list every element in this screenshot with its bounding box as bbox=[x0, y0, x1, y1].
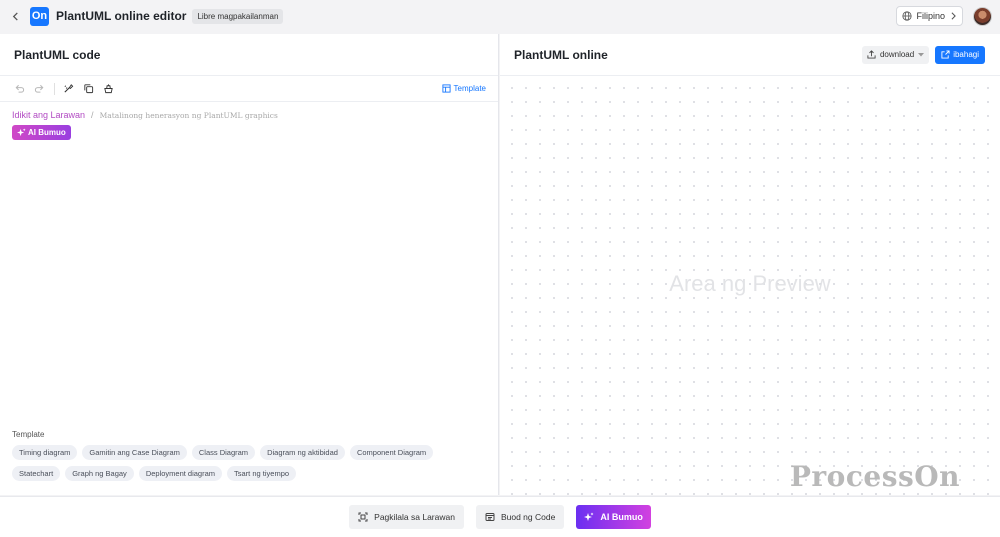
preview-panel-header: PlantUML online download ibahagi bbox=[500, 34, 1000, 76]
code-panel-title: PlantUML code bbox=[14, 47, 101, 62]
format-icon[interactable] bbox=[61, 82, 75, 96]
code-summary-button[interactable]: Buod ng Code bbox=[475, 505, 565, 529]
template-section: Template Timing diagram Gamitin ang Case… bbox=[12, 430, 482, 481]
sparkle-icon bbox=[584, 512, 594, 522]
code-panel: PlantUML code Template Idikit ang Larawa… bbox=[0, 34, 499, 495]
code-summary-label: Buod ng Code bbox=[500, 512, 556, 522]
template-chip[interactable]: Class Diagram bbox=[191, 445, 256, 460]
language-label: Filipino bbox=[916, 11, 945, 21]
template-section-label: Template bbox=[12, 430, 45, 439]
app-logo: On bbox=[30, 6, 49, 26]
language-selector[interactable]: Filipino bbox=[896, 6, 963, 26]
template-icon bbox=[441, 84, 451, 93]
processon-watermark: ProcessOn bbox=[789, 460, 960, 493]
preview-placeholder: Area ng Preview bbox=[669, 271, 831, 296]
paste-image-link[interactable]: Idikit ang Larawan bbox=[12, 110, 85, 120]
ai-generate-button[interactable]: AI Bumuo bbox=[576, 505, 651, 529]
template-chip[interactable]: Statechart bbox=[12, 466, 61, 481]
clear-icon[interactable] bbox=[101, 82, 115, 96]
template-chip[interactable]: Timing diagram bbox=[12, 445, 78, 460]
app-title: PlantUML online editor bbox=[56, 9, 187, 23]
top-bar: On PlantUML online editor Libre magpakai… bbox=[0, 0, 1000, 32]
toolbar-divider bbox=[54, 82, 55, 95]
share-icon bbox=[941, 50, 950, 59]
template-chip[interactable]: Gamitin ang Case Diagram bbox=[82, 445, 187, 460]
template-link-label: Template bbox=[453, 84, 486, 93]
redo-icon[interactable] bbox=[32, 82, 46, 96]
code-editor[interactable]: Idikit ang Larawan / Matalinong henerasy… bbox=[0, 102, 498, 150]
chevron-right-icon bbox=[950, 12, 957, 20]
scan-icon bbox=[358, 512, 368, 522]
code-summary-icon bbox=[485, 512, 495, 522]
preview-panel-title: PlantUML online bbox=[514, 47, 608, 62]
hint-separator: / bbox=[91, 110, 94, 120]
share-button[interactable]: ibahagi bbox=[935, 45, 985, 64]
template-link[interactable]: Template bbox=[441, 84, 486, 93]
code-toolbar: Template bbox=[0, 76, 498, 102]
user-avatar[interactable] bbox=[973, 6, 992, 26]
bottom-action-bar: Pagkilala sa Larawan Buod ng Code AI Bum… bbox=[0, 496, 1000, 537]
download-label: download bbox=[879, 50, 915, 59]
sparkle-icon bbox=[17, 128, 26, 137]
template-chip[interactable]: Component Diagram bbox=[349, 445, 434, 460]
preview-canvas[interactable]: Area ng Preview ProcessOn bbox=[500, 76, 1000, 495]
preview-actions: download ibahagi bbox=[861, 45, 985, 64]
template-chip-list: Timing diagram Gamitin ang Case Diagram … bbox=[12, 445, 482, 481]
free-badge: Libre magpakailanman bbox=[192, 8, 284, 24]
template-chip[interactable]: Diagram ng aktibidad bbox=[260, 445, 345, 460]
preview-panel: PlantUML online download ibahagi Area ng… bbox=[500, 34, 1000, 495]
template-chip[interactable]: Graph ng Bagay bbox=[65, 466, 134, 481]
hint-text: Matalinong henerasyon ng PlantUML graphi… bbox=[99, 110, 278, 120]
ai-generate-small-label: AI Bumuo bbox=[28, 128, 66, 137]
copy-icon[interactable] bbox=[81, 82, 95, 96]
image-recognition-label: Pagkilala sa Larawan bbox=[374, 512, 455, 522]
download-button[interactable]: download bbox=[861, 45, 930, 64]
globe-icon bbox=[902, 11, 913, 21]
code-panel-header: PlantUML code bbox=[0, 34, 498, 76]
template-chip[interactable]: Deployment diagram bbox=[138, 466, 223, 481]
download-icon bbox=[867, 50, 876, 59]
ai-generate-label: AI Bumuo bbox=[600, 512, 643, 522]
caret-down-icon bbox=[918, 52, 925, 57]
editor-hint: Idikit ang Larawan / Matalinong henerasy… bbox=[12, 110, 486, 120]
ai-generate-small-button[interactable]: AI Bumuo bbox=[12, 125, 71, 140]
template-chip[interactable]: Tsart ng tiyempo bbox=[227, 466, 297, 481]
image-recognition-button[interactable]: Pagkilala sa Larawan bbox=[349, 505, 464, 529]
undo-icon[interactable] bbox=[12, 82, 26, 96]
back-arrow-icon[interactable] bbox=[8, 9, 22, 23]
share-label: ibahagi bbox=[953, 50, 979, 59]
